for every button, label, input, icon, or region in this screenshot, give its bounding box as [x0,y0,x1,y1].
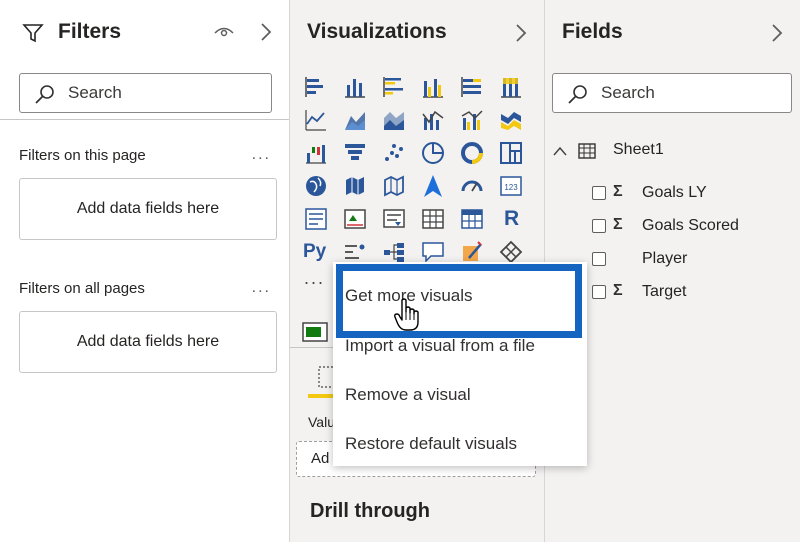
field-name: Goals Scored [642,217,739,234]
key-influencers-icon[interactable] [343,240,367,264]
treemap-icon[interactable] [499,141,523,165]
search-icon [568,85,587,104]
filter-icon [22,24,44,43]
scatter-chart-icon[interactable] [382,141,406,165]
more-visuals-ellipsis[interactable]: ... [304,268,325,289]
menu-item-remove-visual[interactable]: Remove a visual [345,385,471,405]
field-checkbox[interactable] [592,186,606,200]
field-checkbox[interactable] [592,252,606,266]
collapse-visualizations-chevron-icon[interactable] [515,23,527,43]
field-name: Target [642,283,687,300]
funnel-chart-icon[interactable] [343,141,367,165]
qa-visual-icon[interactable] [421,240,445,264]
stacked-area-chart-icon[interactable] [382,108,406,132]
filters-all-pages-more-icon[interactable]: ... [252,279,271,297]
area-chart-icon[interactable] [343,108,367,132]
card-icon[interactable]: 123 [499,174,523,198]
line-and-stacked-column-icon[interactable] [421,108,445,132]
eye-icon[interactable] [214,24,234,40]
build-visual-icon[interactable] [302,322,328,342]
highlight-box [336,264,582,338]
waterfall-chart-icon[interactable] [304,141,328,165]
filters-all-pages-drop-well[interactable]: Add data fields here [19,311,277,373]
pie-chart-icon[interactable] [421,141,445,165]
shape-map-icon[interactable] [382,174,406,198]
filters-divider [0,119,289,120]
fields-search-input[interactable] [601,83,781,103]
field-name: Goals LY [642,184,707,201]
paginated-report-icon[interactable] [499,240,523,264]
clustered-column-chart-icon[interactable] [421,75,445,99]
r-script-visual-icon[interactable]: R [504,207,528,231]
table-name: Sheet1 [613,141,664,158]
matrix-icon[interactable] [460,207,484,231]
filters-search-input[interactable] [68,83,248,103]
kpi-icon[interactable] [343,207,367,231]
chevron-up-icon[interactable] [553,146,567,156]
filters-on-this-page-label: Filters on this page [19,147,146,164]
sigma-icon: Σ [613,282,623,299]
field-row[interactable]: Σ Goals LY [545,183,795,207]
line-and-clustered-column-icon[interactable] [460,108,484,132]
gauge-icon[interactable] [460,174,484,198]
python-visual-icon[interactable]: Py [303,240,331,264]
line-chart-icon[interactable] [304,108,328,132]
menu-item-restore-default-visuals[interactable]: Restore default visuals [345,434,517,454]
table-icon [578,143,596,159]
field-checkbox[interactable] [592,219,606,233]
svg-text:123: 123 [504,183,518,192]
clustered-bar-chart-icon[interactable] [382,75,406,99]
collapse-filters-chevron-icon[interactable] [260,22,272,42]
menu-item-import-visual[interactable]: Import a visual from a file [345,336,535,356]
filters-pane: Filters Filters on this page ... Add dat… [0,0,290,542]
slicer-icon[interactable] [382,207,406,231]
field-name: Player [642,250,688,267]
drill-through-heading: Drill through [310,500,430,522]
stacked-bar-chart-icon[interactable] [304,75,328,99]
stacked-column-chart-icon[interactable] [343,75,367,99]
map-icon[interactable] [304,174,328,198]
multi-row-card-icon[interactable] [304,207,328,231]
azure-map-icon[interactable] [421,174,445,198]
filters-page-drop-well[interactable]: Add data fields here [19,178,277,240]
sigma-icon: Σ [613,216,623,233]
table-visual-icon[interactable] [421,207,445,231]
hand-cursor-icon [394,298,419,331]
field-checkbox[interactable] [592,285,606,299]
collapse-fields-chevron-icon[interactable] [771,23,783,43]
filters-on-all-pages-label: Filters on all pages [19,280,145,297]
100-percent-stacked-bar-icon[interactable] [460,75,484,99]
field-row[interactable]: Σ Goals Scored [545,216,795,240]
100-percent-stacked-column-icon[interactable] [499,75,523,99]
decomposition-tree-icon[interactable] [382,240,406,264]
visualizations-title: Visualizations [307,20,447,43]
fields-title: Fields [562,20,623,43]
filters-title: Filters [58,20,122,43]
filters-page-more-icon[interactable]: ... [252,146,271,164]
search-icon [35,85,54,104]
ribbon-chart-icon[interactable] [499,108,523,132]
smart-narrative-icon[interactable] [460,240,484,264]
filters-search[interactable] [19,73,272,113]
values-well-label: Valu [308,414,335,430]
filled-map-icon[interactable] [343,174,367,198]
table-node-sheet1[interactable]: Sheet1 [545,141,795,165]
sigma-icon: Σ [613,183,623,200]
fields-search[interactable] [552,73,792,113]
donut-chart-icon[interactable] [460,141,484,165]
